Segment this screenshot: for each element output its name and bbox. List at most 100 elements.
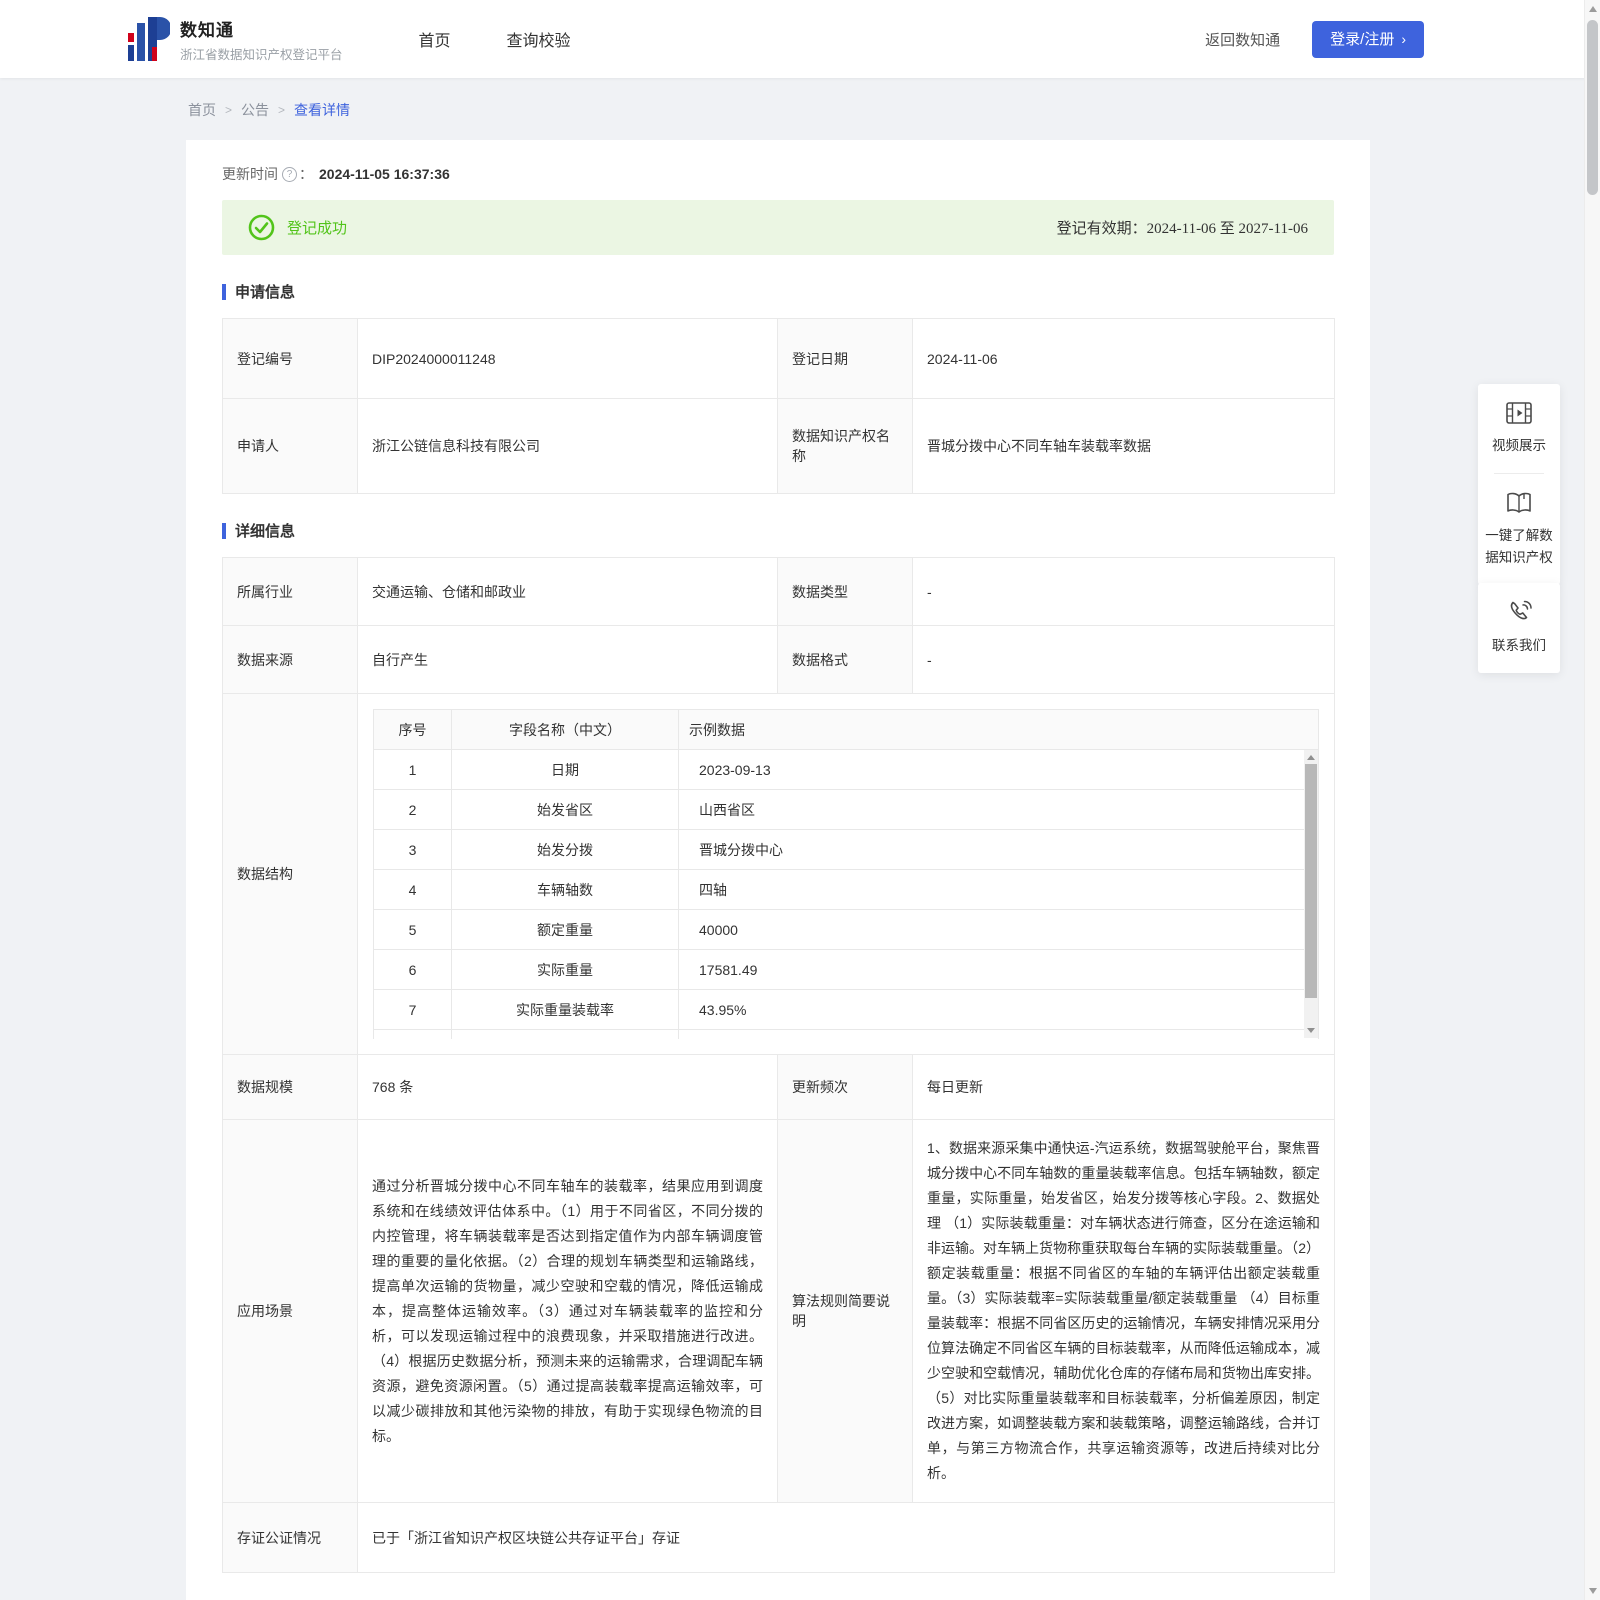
structure-table: 序号 字段名称（中文） 示例数据 1 日期 2023-09-13 2 始发省区	[373, 709, 1319, 1039]
scrollbar-thumb[interactable]	[1305, 764, 1317, 998]
table-row: 6 实际重量 17581.49	[373, 949, 1319, 990]
table-row: 所属行业 交通运输、仓储和邮政业 数据类型 -	[222, 557, 1335, 626]
algorithm-label: 算法规则简要说明	[777, 1119, 913, 1503]
video-demo-item[interactable]: 视频展示	[1484, 400, 1554, 457]
table-row: 4 车辆轴数 四轴	[373, 869, 1319, 910]
validity-value: 2024-11-06 至 2027-11-06	[1146, 221, 1308, 237]
section-bar	[222, 522, 226, 539]
cell-index: 1	[373, 749, 452, 790]
structure-label: 数据结构	[222, 693, 358, 1055]
structure-vertical-scrollbar[interactable]	[1304, 750, 1318, 1038]
table-row: 3 始发分拨 晋城分拨中心	[373, 829, 1319, 870]
breadcrumb-announcements[interactable]: 公告	[241, 100, 269, 120]
cell-field: 日期	[451, 749, 679, 790]
cell-sample: 17581.49	[678, 949, 1319, 990]
page-vertical-scrollbar[interactable]	[1584, 0, 1600, 1600]
update-time-colon: ：	[299, 166, 313, 182]
cell-sample: 晋城分拨中心	[678, 829, 1319, 870]
brand-name: 数知通	[180, 20, 234, 40]
cell-index: 4	[373, 869, 452, 910]
dzt-logo-icon	[128, 17, 170, 61]
login-register-button[interactable]: 登录/注册 ›	[1312, 20, 1424, 58]
format-value: -	[912, 625, 1335, 694]
cell-sample: 2023-09-13	[678, 749, 1319, 790]
source-label: 数据来源	[222, 625, 358, 694]
floating-panel: 视频展示 一键了解数据知识产权	[1478, 384, 1560, 585]
main-nav: 首页 查询校验	[391, 27, 599, 51]
applicant-value: 浙江公链信息科技有限公司	[357, 398, 778, 494]
scenario-text: 通过分析晋城分拨中心不同车轴车的装载率，结果应用到调度系统和在线绩效评估体系中。…	[357, 1119, 778, 1503]
update-time-label: 更新时间	[222, 166, 278, 182]
frequency-value: 每日更新	[912, 1054, 1335, 1120]
nav-item-verify[interactable]: 查询校验	[479, 27, 599, 51]
nav-item-home[interactable]: 首页	[391, 27, 479, 51]
breadcrumb-separator: >	[225, 103, 233, 117]
book-icon	[1507, 492, 1531, 513]
chevron-right-icon: ›	[1401, 31, 1406, 47]
breadcrumb-current[interactable]: 查看详情	[294, 100, 350, 120]
cell-index: 3	[373, 829, 452, 870]
registration-success-banner: 登记成功 登记有效期：2024-11-06 至 2027-11-06	[222, 200, 1334, 255]
phone-icon	[1510, 600, 1532, 620]
applicant-label: 申请人	[222, 398, 358, 494]
cell-field: 额定重量	[451, 909, 679, 950]
detail-info-table: 所属行业 交通运输、仓储和邮政业 数据类型 - 数据来源 自行产生 数据格式 -…	[222, 557, 1335, 1573]
source-value: 自行产生	[357, 625, 778, 694]
brand-text: 数知通 浙江省数据知识产权登记平台	[180, 16, 343, 63]
scale-label: 数据规模	[222, 1054, 358, 1120]
reg-no-label: 登记编号	[222, 318, 358, 399]
format-label: 数据格式	[777, 625, 913, 694]
scrollbar-thumb[interactable]	[1587, 20, 1598, 195]
section-bar	[222, 283, 226, 300]
reg-date-value: 2024-11-06	[912, 318, 1335, 399]
section-application-title: 申请信息	[235, 284, 296, 301]
header-right: 返回数知通 登录/注册 ›	[1205, 20, 1424, 58]
video-icon	[1506, 402, 1532, 424]
app-header: 数知通 浙江省数据知识产权登记平台 首页 查询校验 返回数知通 登录/注册 ›	[0, 0, 1600, 78]
structure-cell: 序号 字段名称（中文） 示例数据 1 日期 2023-09-13 2 始发省区	[357, 693, 1335, 1055]
brand-logo[interactable]: 数知通 浙江省数据知识产权登记平台	[128, 16, 343, 63]
video-demo-label: 视频展示	[1492, 438, 1546, 453]
table-row: 数据结构 序号 字段名称（中文） 示例数据 1 日期 2023-09-13 2 …	[222, 693, 1335, 1055]
learn-data-ip-label: 一键了解数据知识产权	[1485, 528, 1553, 565]
structure-table-viewport: 序号 字段名称（中文） 示例数据 1 日期 2023-09-13 2 始发省区	[373, 709, 1319, 1039]
table-row: 5 额定重量 40000	[373, 909, 1319, 950]
brand-subtitle: 浙江省数据知识产权登记平台	[180, 47, 343, 62]
cell-field: 始发省区	[451, 789, 679, 830]
data-type-label: 数据类型	[777, 557, 913, 626]
cell-sample: 40000	[678, 909, 1319, 950]
breadcrumb-home[interactable]: 首页	[188, 100, 216, 120]
detail-card: 更新时间 ? ： 2024-11-05 16:37:36 登记成功 登记有效期：…	[186, 140, 1370, 1600]
table-row: 2 始发省区 山西省区	[373, 789, 1319, 830]
frequency-label: 更新频次	[777, 1054, 913, 1120]
table-row-clipped	[373, 1029, 1319, 1039]
login-register-label: 登录/注册	[1330, 30, 1395, 48]
table-row: 数据来源 自行产生 数据格式 -	[222, 625, 1335, 694]
cell-field: 始发分拨	[451, 829, 679, 870]
breadcrumb: 首页 > 公告 > 查看详情	[188, 100, 350, 120]
cell-field: 车辆轴数	[451, 869, 679, 910]
table-row: 申请人 浙江公链信息科技有限公司 数据知识产权名称 晋城分拨中心不同车轴车装载率…	[222, 398, 1335, 494]
learn-data-ip-item[interactable]: 一键了解数据知识产权	[1484, 490, 1554, 569]
cell-sample: 四轴	[678, 869, 1319, 910]
cell-index: 6	[373, 949, 452, 990]
industry-value: 交通运输、仓储和邮政业	[357, 557, 778, 626]
contact-us-label: 联系我们	[1492, 638, 1546, 653]
ip-name-label: 数据知识产权名称	[777, 398, 913, 494]
breadcrumb-separator: >	[278, 103, 286, 117]
industry-label: 所属行业	[222, 557, 358, 626]
help-icon[interactable]: ?	[282, 166, 297, 182]
validity-period: 登记有效期：2024-11-06 至 2027-11-06	[1057, 217, 1308, 238]
update-time-value: 2024-11-05 16:37:36	[319, 166, 450, 182]
col-header-index: 序号	[373, 709, 452, 750]
col-header-sample: 示例数据	[678, 709, 1319, 750]
col-header-field-name: 字段名称（中文）	[451, 709, 679, 750]
contact-panel[interactable]: 联系我们	[1478, 583, 1560, 673]
scale-value: 768 条	[357, 1054, 778, 1120]
ip-name-value: 晋城分拨中心不同车轴车装载率数据	[912, 398, 1335, 494]
table-row: 应用场景 通过分析晋城分拨中心不同车轴车的装载率，结果应用到调度系统和在线绩效评…	[222, 1119, 1335, 1503]
table-row: 登记编号 DIP2024000011248 登记日期 2024-11-06	[222, 318, 1335, 399]
section-application: 申请信息	[222, 281, 1334, 302]
back-to-portal-link[interactable]: 返回数知通	[1205, 29, 1280, 50]
table-row: 1 日期 2023-09-13	[373, 749, 1319, 790]
